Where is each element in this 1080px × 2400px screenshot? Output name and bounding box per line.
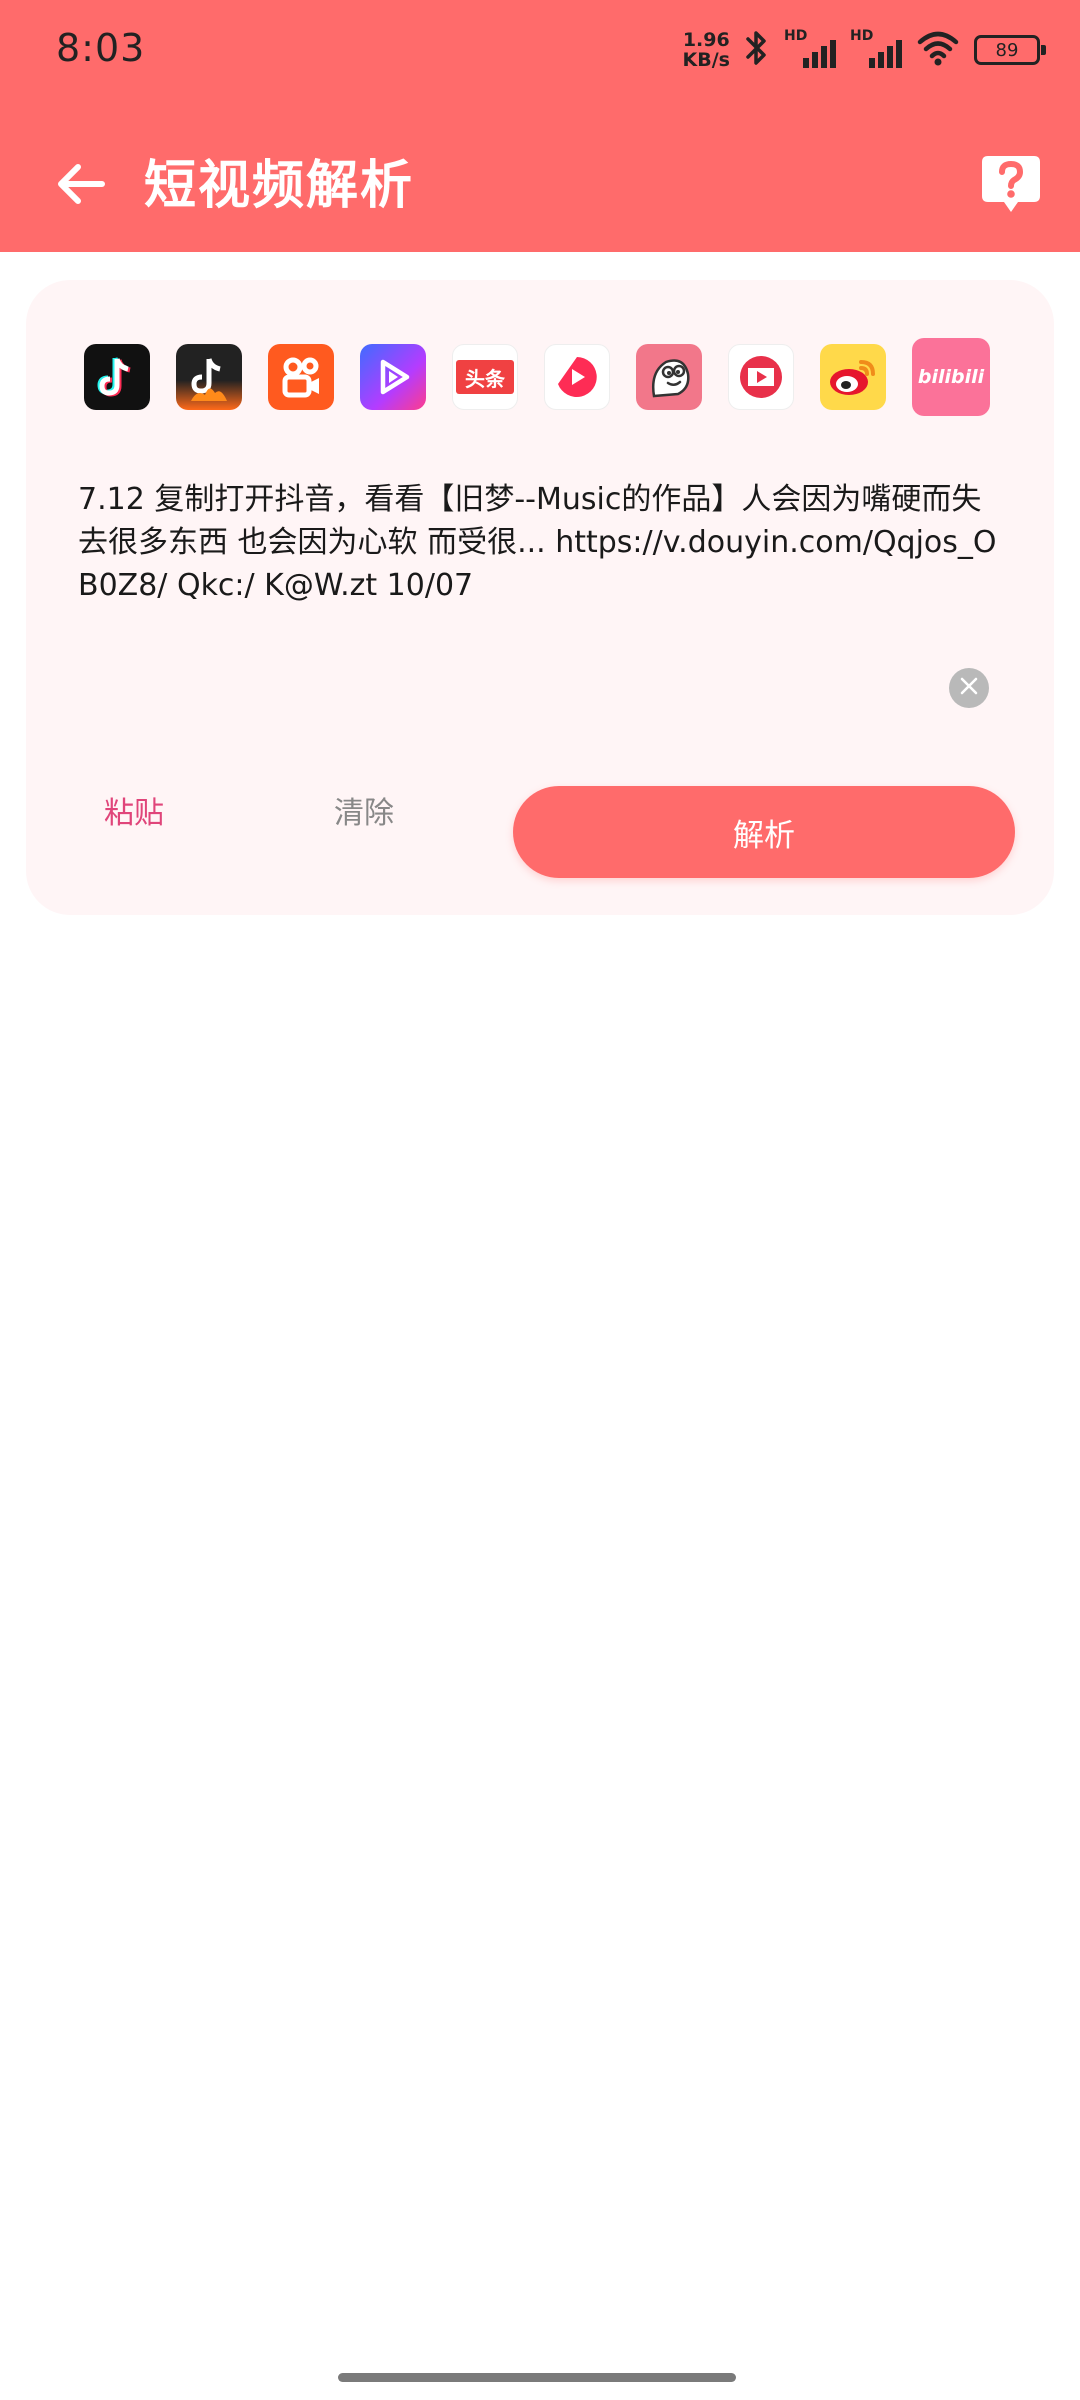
help-button[interactable] bbox=[978, 152, 1044, 218]
close-icon bbox=[959, 676, 979, 700]
kuaishou-icon bbox=[282, 357, 319, 398]
tiktok-icon bbox=[97, 357, 131, 397]
clear-input-button[interactable] bbox=[949, 668, 989, 708]
paste-button[interactable]: 粘贴 bbox=[104, 788, 164, 832]
bilibili-icon: bilibili bbox=[917, 366, 985, 388]
parse-button[interactable]: 解析 bbox=[513, 786, 1015, 878]
xigua-icon bbox=[558, 357, 597, 397]
question-bubble-icon bbox=[978, 156, 1044, 222]
share-link-input[interactable]: 7.12 复制打开抖音，看看【旧梦--Music的作品】人会因为嘴硬而失去很多东… bbox=[78, 478, 1008, 607]
platform-toutiao[interactable]: 头条 bbox=[452, 344, 518, 410]
network-speed: 1.96 KB/s bbox=[683, 30, 730, 70]
back-button[interactable] bbox=[56, 150, 116, 222]
parse-card: 头条 bilibili 7.12 复制打开抖音，看看【旧梦--Music的作品】… bbox=[26, 280, 1054, 915]
status-time: 8:03 bbox=[56, 26, 146, 70]
status-icons: 1.96 KB/s HD HD 89 bbox=[683, 28, 1046, 72]
battery-indicator: 89 bbox=[974, 35, 1046, 65]
clear-button[interactable]: 清除 bbox=[334, 788, 394, 832]
app-header: 8:03 1.96 KB/s HD HD 89 短视频解析 bbox=[0, 0, 1080, 252]
platform-weibo[interactable] bbox=[820, 344, 886, 410]
douyin-flame-icon bbox=[191, 358, 227, 401]
play-gradient-icon bbox=[380, 359, 410, 395]
platform-red-video[interactable] bbox=[728, 344, 794, 410]
platform-pipixia[interactable] bbox=[636, 344, 702, 410]
pipixia-icon bbox=[652, 359, 690, 398]
platform-kuaishou[interactable] bbox=[268, 344, 334, 410]
platform-bilibili[interactable]: bilibili bbox=[912, 338, 990, 416]
signal-sim2-icon: HD bbox=[850, 28, 902, 70]
arrow-left-icon bbox=[56, 162, 106, 210]
page-title: 短视频解析 bbox=[144, 156, 415, 216]
red-video-icon bbox=[740, 356, 782, 398]
home-indicator[interactable] bbox=[338, 2373, 736, 2382]
network-speed-value: 1.96 bbox=[682, 29, 730, 51]
platform-weishi[interactable] bbox=[360, 344, 426, 410]
weibo-icon bbox=[830, 360, 875, 395]
platform-tiktok[interactable] bbox=[84, 344, 150, 410]
toutiao-icon: 头条 bbox=[456, 360, 514, 394]
network-speed-unit: KB/s bbox=[682, 49, 730, 71]
bluetooth-icon bbox=[744, 29, 770, 71]
platform-douyin-huoshan[interactable] bbox=[176, 344, 242, 410]
signal-sim1-icon: HD bbox=[784, 28, 836, 70]
platform-xigua[interactable] bbox=[544, 344, 610, 410]
wifi-icon bbox=[916, 30, 960, 70]
platform-list: 头条 bilibili bbox=[84, 338, 990, 416]
